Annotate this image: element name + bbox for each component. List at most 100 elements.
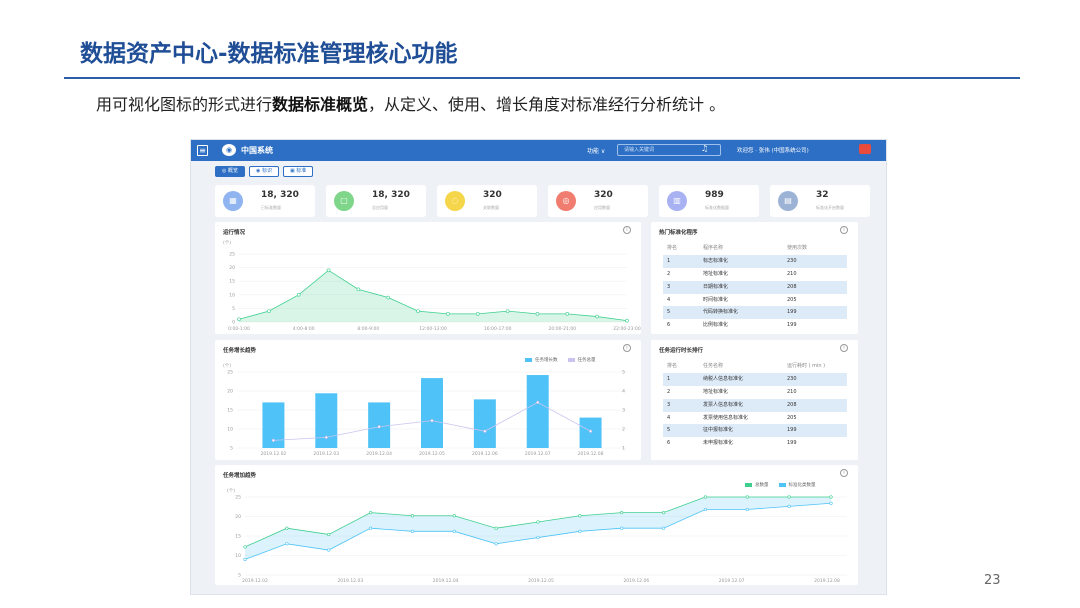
cell: 3 [667,283,671,290]
data-point [588,429,593,433]
hot-panel: 热门标准化程序 i 排名 程序名称 使用次数 1 标志标准化 230 2 地址标准化 210… [651,222,858,334]
stat-card[interactable]: ▥ 989 标准化数据量 [659,185,759,217]
cell: 地址标准化 [703,388,729,395]
stat-cards: ▦ 18, 320 已标准数量 ▢ 18, 320 总应用量 ◌ 320 关联数量 ◎ 320… [215,185,871,217]
x-tick-label: 2019.12.05 [419,451,445,457]
table-row[interactable]: 3 日期标准化 208 [663,280,847,294]
stat-card[interactable]: ▤ 32 标准化开启数量 [770,185,870,217]
x-tick-label: 2019.12.08 [814,578,840,584]
y-tick-label: 15 [227,408,233,414]
table-header: 排名 程序名称 使用次数 [663,242,847,255]
table-row[interactable]: 6 未申报标准化 199 [663,437,847,450]
account-info[interactable]: 欢迎您 · 张伟 (中国系统公司) [737,146,809,154]
menu-icon[interactable]: ≡ [197,145,208,156]
cell: 199 [787,309,797,316]
info-icon[interactable]: i [840,226,848,234]
stat-value: 320 [594,190,613,200]
stat-card[interactable]: ◌ 320 关联数量 [437,185,537,217]
growth-chart: (个)25 20 15 10 5 5 4 3 2 1 2019.12.02 2019.12.03 201… [223,363,627,457]
data-point [578,514,582,518]
stat-icon: ▤ [778,191,798,211]
notification-icon[interactable]: ♫ [701,144,708,153]
app-topbar: ≡ ◉ 中国系统 功能 ∨ 请输入关键词 ♫ 欢迎您 · 张伟 (中国系统公司) [191,140,886,161]
data-point [703,495,708,499]
table-row[interactable]: 4 发票使用信息标准化 205 [663,412,847,425]
tab-identify[interactable]: ◉ 标识 [248,166,279,177]
cell: 比例标准化 [703,322,729,329]
stat-icon: ▢ [334,191,354,211]
stat-icon: ◌ [445,191,465,211]
stat-card[interactable]: ◎ 320 应用数量 [548,185,648,217]
stat-value: 320 [483,190,502,200]
y-tick-label: 25 [229,252,235,258]
cell: 征中报标准化 [703,427,734,434]
cell: 时间标准化 [703,296,729,303]
y2-tick-label: 3 [622,408,625,414]
table-row[interactable]: 1 纳税人信息标准化 230 [663,372,847,386]
stat-value: 989 [705,190,724,200]
table-row[interactable]: 2 地址标准化 210 [663,386,847,399]
cell: 发票使用信息标准化 [703,414,749,421]
data-point [494,526,498,530]
data-point [829,495,833,499]
data-point [494,542,498,546]
x-tick-label: 2019.12.02 [242,578,268,584]
data-point [661,526,666,530]
bar [421,378,443,448]
table-row[interactable]: 5 征中报标准化 199 [663,424,847,438]
data-point [327,532,331,537]
y-tick-label: 15 [235,534,241,540]
y2-tick-label: 1 [622,446,625,452]
cell: 205 [787,296,797,303]
data-point [536,535,540,540]
slide-subtitle: 用可视化图标的形式进行数据标准概览，从定义、使用、增长角度对标准经行分析统计 。 [96,91,725,115]
cell: 199 [787,322,797,329]
cell: 未申报标准化 [703,440,734,447]
cell: 纳税人信息标准化 [703,375,744,382]
cell: 5 [667,427,671,434]
stat-card[interactable]: ▦ 18, 320 已标准数量 [215,185,315,217]
header-cell: 排名 [667,363,678,369]
tab-identify-label: 标识 [261,168,272,174]
data-point [416,309,420,313]
data-point [237,317,241,322]
slide-title: 数据资产中心-数据标准管理核心功能 [80,41,458,67]
data-point [368,510,373,515]
cell: 210 [787,270,797,277]
y-tick-label: 25 [227,370,233,376]
x-tick-label: 2019.12.06 [472,451,498,457]
info-icon[interactable]: i [840,344,848,352]
data-point [296,293,301,297]
x-tick-label: 2019.12.07 [719,578,745,584]
table-row[interactable]: 1 标志标准化 230 [663,254,847,268]
alert-icon[interactable] [859,144,871,154]
table-row[interactable]: 2 地址标准化 210 [663,268,847,281]
y-tick-label: 5 [232,306,235,312]
stat-label: 标准化数据量 [705,205,729,210]
view-tabs: ◎ 概览 ◉ 标识 ▣ 标准 [215,166,314,177]
y-tick-label: 5 [230,446,233,452]
dashboard-screenshot: ≡ ◉ 中国系统 功能 ∨ 请输入关键词 ♫ 欢迎您 · 张伟 (中国系统公司)… [190,139,887,595]
table-row[interactable]: 4 时间标准化 205 [663,294,847,307]
cell: 代码转换标准化 [703,309,739,316]
data-point [661,510,666,515]
table-row[interactable]: 3 发票人信息标准化 208 [663,398,847,412]
table-row[interactable]: 5 代码转换标准化 199 [663,306,847,320]
data-point [368,526,373,530]
function-dropdown[interactable]: 功能 ∨ [587,146,605,155]
table-row[interactable]: 6 比例标准化 199 [663,319,847,332]
y2-tick-label: 2 [622,427,625,433]
tab-overview[interactable]: ◎ 概览 [215,166,245,177]
data-point [430,419,434,423]
cell: 205 [787,414,797,421]
y-tick-label: 15 [229,279,235,285]
tab-standard[interactable]: ▣ 标准 [282,166,314,177]
stat-card[interactable]: ▢ 18, 320 总应用量 [326,185,426,217]
duration-panel: 任务运行时长排行 i 排名 任务名称 运行耗时 ( min ) 1 纳税人信息标准化 2… [651,340,858,460]
data-point [745,507,749,512]
cell: 6 [667,440,671,447]
cell: 208 [787,401,797,408]
stat-value: 18, 320 [372,190,410,200]
data-point [446,312,450,316]
stat-label: 总应用量 [372,205,388,210]
